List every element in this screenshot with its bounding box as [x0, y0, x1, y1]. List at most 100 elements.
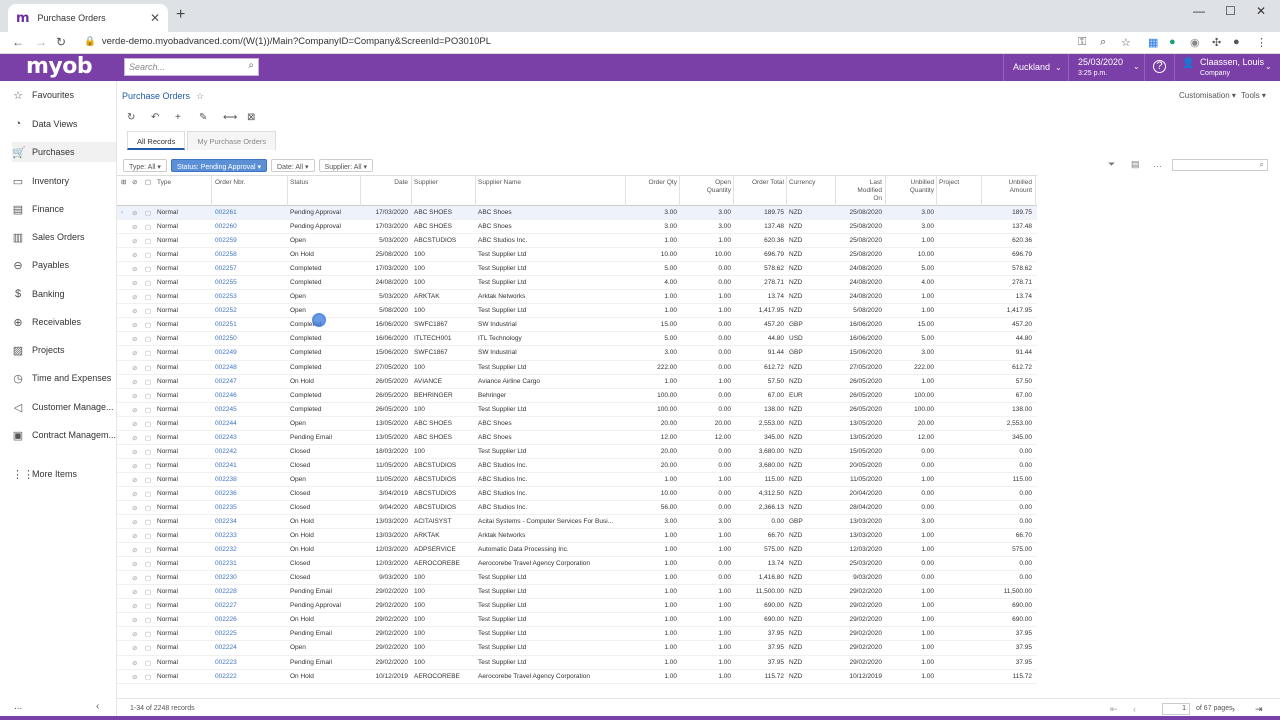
attachment-icon[interactable]: ⊘: [132, 251, 137, 259]
key-icon[interactable]: ⚿: [1078, 36, 1086, 49]
cell-order-nbr[interactable]: 002225: [215, 630, 285, 637]
expand-all-icon[interactable]: ⊞: [121, 179, 126, 187]
table-row[interactable]: ⊘ ▢ Normal 002245 Completed 26/05/2020 100 Test…: [117, 403, 1037, 417]
attachment-icon[interactable]: ⊘: [132, 223, 137, 231]
tools-menu[interactable]: Tools ▾: [1241, 91, 1266, 100]
table-row[interactable]: ⊘ ▢ Normal 002241 Closed 11/05/2020 ABCSTUDIOS…: [117, 459, 1037, 473]
note-icon[interactable]: ▢: [145, 630, 151, 638]
extensions-puzzle-icon[interactable]: ✣: [1212, 36, 1221, 49]
next-page-icon[interactable]: ›: [1232, 704, 1235, 714]
attachment-icon[interactable]: ⊘: [132, 490, 137, 498]
fit-columns-icon[interactable]: ⟷: [223, 112, 237, 123]
filter-status[interactable]: Status: Pending Approval ▾: [170, 159, 268, 172]
attachment-icon[interactable]: ⊘: [132, 293, 137, 301]
table-row[interactable]: ⊘ ▢ Normal 002231 Closed 12/03/2020 AEROCOREBE…: [117, 557, 1037, 572]
note-icon[interactable]: ▢: [145, 420, 151, 428]
col-header-project[interactable]: Project: [939, 179, 959, 187]
sidebar-item-contract-management[interactable]: ▣ Contract Managem...: [12, 425, 116, 445]
cell-order-nbr[interactable]: 002223: [215, 659, 285, 666]
attachment-icon[interactable]: ⊘: [132, 616, 137, 624]
table-row[interactable]: ⊘ ▢ Normal 002242 Closed 18/03/2020 100 Test Su…: [117, 445, 1037, 459]
table-row[interactable]: ⊘ ▢ Normal 002228 Pending Email 29/02/2020 100…: [117, 585, 1037, 600]
search-icon[interactable]: ⌕: [1260, 160, 1264, 170]
table-row[interactable]: ⊘ ▢ Normal 002253 Open 5/03/2020 ARKTAK Arktak …: [117, 290, 1037, 305]
note-icon[interactable]: ▢: [145, 321, 151, 329]
sidebar-item-finance[interactable]: ▤ Finance: [12, 199, 116, 219]
table-row[interactable]: ⊘ ▢ Normal 002224 Open 29/02/2020 100 Test Supp…: [117, 641, 1037, 656]
save-view-icon[interactable]: ▤: [1131, 159, 1140, 170]
attachment-icon[interactable]: ⊘: [132, 588, 137, 596]
cell-order-nbr[interactable]: 002243: [215, 434, 285, 441]
cell-order-nbr[interactable]: 002228: [215, 588, 285, 595]
attachment-icon[interactable]: ⊘: [132, 237, 137, 245]
window-close-icon[interactable]: ✕: [1256, 4, 1266, 18]
bookmark-star-icon[interactable]: ☆: [1121, 36, 1131, 49]
cell-order-nbr[interactable]: 002242: [215, 448, 285, 455]
col-header-order-qty[interactable]: Order Qty: [629, 179, 677, 187]
note-icon[interactable]: ▢: [145, 237, 151, 245]
sidebar-item-favourites[interactable]: ☆ Favourites: [12, 85, 116, 105]
sidebar-item-time-and-expenses[interactable]: ◷ Time and Expenses: [12, 368, 116, 388]
attachment-icon[interactable]: ⊘: [132, 364, 137, 372]
branch-selector[interactable]: Auckland ⌄: [1013, 62, 1062, 72]
cell-order-nbr[interactable]: 002236: [215, 490, 285, 497]
col-header-currency[interactable]: Currency: [789, 179, 815, 187]
note-icon[interactable]: ▢: [145, 490, 151, 498]
more-options-icon[interactable]: ...: [14, 701, 22, 712]
page-number-input[interactable]: 1: [1162, 703, 1190, 715]
attachment-icon[interactable]: ⊘: [132, 462, 137, 470]
business-date-selector[interactable]: 25/03/2020 3:25 p.m. ⌄: [1078, 57, 1140, 79]
export-excel-icon[interactable]: ⊠: [247, 112, 255, 123]
note-icon[interactable]: ▢: [145, 574, 151, 582]
filter-type[interactable]: Type: All ▾: [123, 159, 167, 172]
sidebar-item-payables[interactable]: ⊖ Payables: [12, 255, 116, 275]
table-row[interactable]: ⊘ ▢ Normal 002230 Closed 9/03/2020 100 Test Sup…: [117, 571, 1037, 586]
note-icon[interactable]: ▢: [145, 392, 151, 400]
cell-order-nbr[interactable]: 002233: [215, 532, 285, 539]
col-header-unbilled-qty[interactable]: Unbilled Quantity: [887, 179, 934, 195]
tab-all-records[interactable]: All Records: [127, 131, 186, 150]
table-row[interactable]: ⊘ ▢ Normal 002247 On Hold 26/05/2020 AVIANCE Av…: [117, 375, 1037, 389]
note-icon[interactable]: ▢: [145, 504, 151, 512]
note-icon[interactable]: ▢: [145, 335, 151, 343]
col-header-supplier[interactable]: Supplier: [414, 179, 438, 187]
cell-order-nbr[interactable]: 002227: [215, 602, 285, 609]
note-icon[interactable]: ▢: [145, 644, 151, 652]
attachment-icon[interactable]: ⊘: [132, 560, 137, 568]
cell-order-nbr[interactable]: 002224: [215, 644, 285, 651]
favourite-star-icon[interactable]: ☆: [196, 91, 204, 101]
sidebar-item-more-items[interactable]: ⋮⋮ More Items: [12, 464, 116, 484]
cell-order-nbr[interactable]: 002231: [215, 560, 285, 567]
col-header-type[interactable]: Type: [157, 179, 171, 187]
table-row[interactable]: ⊘ ▢ Normal 002251 Completed 16/06/2020 SWFC186…: [117, 318, 1037, 333]
cell-order-nbr[interactable]: 002251: [215, 321, 285, 328]
table-row[interactable]: ⊘ ▢ Normal 002258 On Hold 25/08/2020 100 Test S…: [117, 248, 1037, 263]
attachment-icon[interactable]: ⊘: [132, 532, 137, 540]
note-icon[interactable]: ▢: [145, 673, 151, 681]
col-header-last-modified[interactable]: Last Modified On: [837, 179, 882, 203]
cell-order-nbr[interactable]: 002257: [215, 265, 285, 272]
col-header-order-total[interactable]: Order Total: [736, 179, 784, 187]
attachment-icon[interactable]: ⊘: [132, 546, 137, 554]
table-row[interactable]: ⊘ ▢ Normal 002235 Closed 9/04/2020 ABCSTUDIOS A…: [117, 501, 1037, 516]
zoom-icon[interactable]: ⌕: [1100, 36, 1106, 49]
minimize-icon[interactable]: —: [1193, 4, 1205, 18]
note-icon[interactable]: ▢: [145, 307, 151, 315]
cell-order-nbr[interactable]: 002234: [215, 518, 285, 525]
extension-grid-icon[interactable]: ▦: [1148, 36, 1158, 49]
note-icon[interactable]: ▢: [145, 349, 151, 357]
grid-search-input[interactable]: ⌕: [1172, 159, 1268, 171]
more-icon[interactable]: …: [1153, 159, 1162, 169]
url-field[interactable]: 🔒 verde-demo.myobadvanced.com/(W(1))/Main…: [84, 36, 491, 47]
table-row[interactable]: ⊘ ▢ Normal 002234 On Hold 13/03/2020 ACITAISYS…: [117, 515, 1037, 530]
table-row[interactable]: › ⊘ ▢ Normal 002261 Pending Approval 17/03/202…: [117, 206, 1037, 221]
attachment-icon[interactable]: ⊘: [132, 420, 137, 428]
attachment-icon[interactable]: ⊘: [132, 602, 137, 610]
table-row[interactable]: ⊘ ▢ Normal 002226 On Hold 29/02/2020 100 Test S…: [117, 613, 1037, 628]
attachment-icon[interactable]: ⊘: [132, 406, 137, 414]
sidebar-item-projects[interactable]: ▨ Projects: [12, 340, 116, 360]
col-header-supplier-name[interactable]: Supplier Name: [478, 179, 521, 187]
cell-order-nbr[interactable]: 002258: [215, 251, 285, 258]
table-row[interactable]: ⊘ ▢ Normal 002259 Open 5/03/2020 ABCSTUDIOS ABC…: [117, 234, 1037, 249]
extension-c-icon[interactable]: ●: [1169, 36, 1176, 48]
